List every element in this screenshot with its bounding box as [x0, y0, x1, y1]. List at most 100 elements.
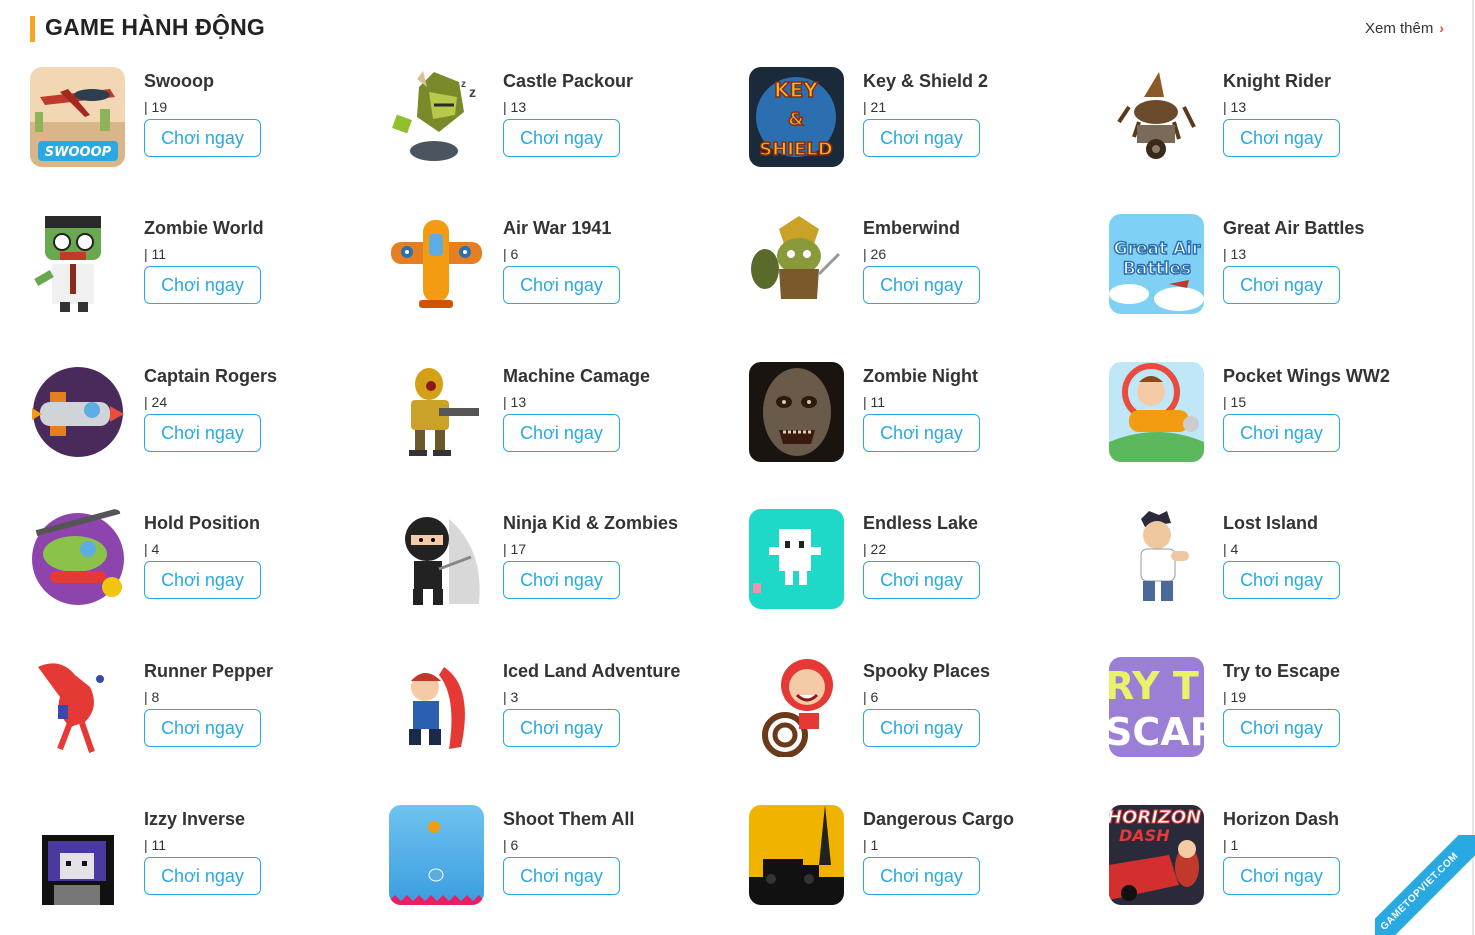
shoot-them-all-thumb-image	[389, 805, 484, 905]
play-now-button[interactable]: Chơi ngay	[1223, 414, 1340, 452]
game-title[interactable]: Ninja Kid & Zombies	[503, 513, 678, 534]
play-now-button[interactable]: Chơi ngay	[503, 709, 620, 747]
zombie-night-thumb-image	[749, 362, 844, 462]
game-title[interactable]: Captain Rogers	[144, 366, 277, 387]
play-now-button[interactable]: Chơi ngay	[503, 119, 620, 157]
play-now-button[interactable]: Chơi ngay	[1223, 119, 1340, 157]
play-now-button[interactable]: Chơi ngay	[503, 266, 620, 304]
game-thumbnail[interactable]	[749, 657, 844, 757]
game-thumbnail[interactable]	[389, 509, 484, 609]
play-now-button[interactable]: Chơi ngay	[144, 709, 261, 747]
game-thumbnail[interactable]: Great Air Battles	[1109, 214, 1204, 314]
game-thumbnail[interactable]	[749, 214, 844, 314]
game-card: Izzy Inverse | 11 Chơi ngay	[30, 805, 370, 915]
play-now-button[interactable]: Chơi ngay	[863, 561, 980, 599]
game-thumbnail[interactable]	[389, 362, 484, 462]
game-title[interactable]: Horizon Dash	[1223, 809, 1339, 830]
game-title[interactable]: Emberwind	[863, 218, 960, 239]
play-now-button[interactable]: Chơi ngay	[863, 266, 980, 304]
game-title[interactable]: Try to Escape	[1223, 661, 1340, 682]
play-now-button[interactable]: Chơi ngay	[144, 414, 261, 452]
game-thumbnail[interactable]	[30, 362, 125, 462]
game-thumbnail[interactable]	[749, 362, 844, 462]
game-card: Machine Camage | 13 Chơi ngay	[389, 362, 729, 472]
game-play-count: | 24	[144, 394, 168, 410]
game-card: Hold Position | 4 Chơi ngay	[30, 509, 370, 619]
game-card: Shoot Them All | 6 Chơi ngay	[389, 805, 729, 915]
game-title[interactable]: Spooky Places	[863, 661, 990, 682]
game-title[interactable]: Castle Packour	[503, 71, 633, 92]
play-now-button[interactable]: Chơi ngay	[144, 119, 261, 157]
game-title[interactable]: Air War 1941	[503, 218, 611, 239]
game-card: Endless Lake | 22 Chơi ngay	[749, 509, 1089, 619]
game-thumbnail[interactable]	[1109, 67, 1204, 167]
play-now-button[interactable]: Chơi ngay	[144, 561, 261, 599]
game-card: Runner Pepper | 8 Chơi ngay	[30, 657, 370, 767]
game-thumbnail[interactable]: HORIZON DASH	[1109, 805, 1204, 905]
game-thumbnail[interactable]	[1109, 362, 1204, 462]
game-thumbnail[interactable]	[30, 214, 125, 314]
game-title[interactable]: Machine Camage	[503, 366, 650, 387]
game-play-count: | 1	[1223, 837, 1239, 853]
game-card: Spooky Places | 6 Chơi ngay	[749, 657, 1089, 767]
play-now-button[interactable]: Chơi ngay	[863, 119, 980, 157]
game-card: Air War 1941 | 6 Chơi ngay	[389, 214, 729, 324]
play-now-button[interactable]: Chơi ngay	[863, 414, 980, 452]
game-title[interactable]: Runner Pepper	[144, 661, 273, 682]
game-title[interactable]: Key & Shield 2	[863, 71, 988, 92]
game-title[interactable]: Zombie World	[144, 218, 264, 239]
svg-text:Great Air: Great Air	[1114, 239, 1201, 259]
game-thumbnail[interactable]	[389, 805, 484, 905]
play-now-button[interactable]: Chơi ngay	[144, 857, 261, 895]
game-card: KEY & SHIELD Key & Shield 2 | 21 Chơi ng…	[749, 67, 1089, 177]
game-play-count: | 11	[144, 246, 167, 262]
captain-rogers-thumb-image	[30, 362, 125, 462]
game-thumbnail[interactable]	[749, 509, 844, 609]
play-now-button[interactable]: Chơi ngay	[503, 561, 620, 599]
play-now-button[interactable]: Chơi ngay	[1223, 266, 1340, 304]
game-title[interactable]: Endless Lake	[863, 513, 978, 534]
air-war-thumb-image	[389, 214, 484, 314]
game-title[interactable]: Shoot Them All	[503, 809, 634, 830]
play-now-button[interactable]: Chơi ngay	[144, 266, 261, 304]
game-title[interactable]: Iced Land Adventure	[503, 661, 680, 682]
game-thumbnail[interactable]: SWOOOP	[30, 67, 125, 167]
svg-text:z: z	[469, 84, 476, 100]
game-title[interactable]: Swooop	[144, 71, 214, 92]
game-play-count: | 17	[503, 541, 527, 557]
game-card: Zombie World | 11 Chơi ngay	[30, 214, 370, 324]
game-title[interactable]: Knight Rider	[1223, 71, 1331, 92]
game-thumbnail[interactable]: KEY & SHIELD	[749, 67, 844, 167]
castle-thumb-image: z z	[389, 67, 484, 167]
game-thumbnail[interactable]	[389, 214, 484, 314]
game-thumbnail[interactable]	[30, 509, 125, 609]
game-thumbnail[interactable]: RY T SCAP	[1109, 657, 1204, 757]
game-title[interactable]: Zombie Night	[863, 366, 978, 387]
play-now-button[interactable]: Chơi ngay	[1223, 561, 1340, 599]
game-play-count: | 19	[144, 99, 168, 115]
game-title[interactable]: Hold Position	[144, 513, 260, 534]
game-thumbnail[interactable]	[749, 805, 844, 905]
iced-land-thumb-image	[389, 657, 484, 757]
game-title[interactable]: Pocket Wings WW2	[1223, 366, 1390, 387]
play-now-button[interactable]: Chơi ngay	[1223, 709, 1340, 747]
game-thumbnail[interactable]	[1109, 509, 1204, 609]
horizon-dash-thumb-image: HORIZON DASH	[1109, 805, 1204, 905]
game-title[interactable]: Great Air Battles	[1223, 218, 1364, 239]
game-title[interactable]: Izzy Inverse	[144, 809, 245, 830]
game-thumbnail[interactable]: z z	[389, 67, 484, 167]
play-now-button[interactable]: Chơi ngay	[503, 857, 620, 895]
knight-rider-thumb-image	[1109, 67, 1204, 167]
game-thumbnail[interactable]	[30, 805, 125, 905]
game-play-count: | 8	[144, 689, 160, 705]
game-title[interactable]: Lost Island	[1223, 513, 1318, 534]
game-thumbnail[interactable]	[389, 657, 484, 757]
key-shield-thumb-image: KEY & SHIELD	[749, 67, 844, 167]
play-now-button[interactable]: Chơi ngay	[863, 857, 980, 895]
game-play-count: | 13	[503, 99, 527, 115]
game-title[interactable]: Dangerous Cargo	[863, 809, 1014, 830]
play-now-button[interactable]: Chơi ngay	[1223, 857, 1340, 895]
play-now-button[interactable]: Chơi ngay	[863, 709, 980, 747]
game-thumbnail[interactable]	[30, 657, 125, 757]
play-now-button[interactable]: Chơi ngay	[503, 414, 620, 452]
